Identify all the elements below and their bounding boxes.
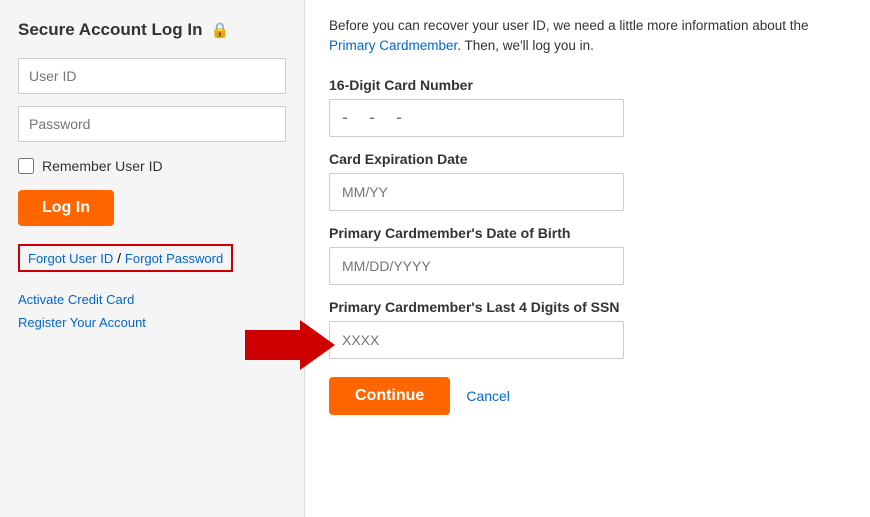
left-panel: Secure Account Log In 🔒 Remember User ID… — [0, 0, 305, 517]
forgot-section: Forgot User ID / Forgot Password — [18, 244, 286, 282]
remember-checkbox[interactable] — [18, 158, 34, 174]
intro-text-before: Before you can recover your user ID, we … — [329, 18, 809, 33]
forgot-userid-link[interactable]: Forgot User ID — [28, 251, 113, 266]
dob-input[interactable] — [329, 247, 624, 285]
card-number-section: 16-Digit Card Number — [329, 77, 846, 137]
main-wrapper: Secure Account Log In 🔒 Remember User ID… — [0, 0, 870, 517]
lock-icon: 🔒 — [211, 21, 230, 39]
password-input[interactable] — [18, 106, 286, 142]
right-panel: Before you can recover your user ID, we … — [305, 0, 870, 517]
ssn-input[interactable] — [329, 321, 624, 359]
arrow-icon — [245, 320, 335, 370]
forgot-password-link[interactable]: Forgot Password — [125, 251, 223, 266]
intro-text-after: . Then, we'll log you in. — [457, 38, 594, 53]
ssn-section: Primary Cardmember's Last 4 Digits of SS… — [329, 299, 846, 359]
section-title: Secure Account Log In 🔒 — [18, 20, 286, 40]
forgot-link-box: Forgot User ID / Forgot Password — [18, 244, 233, 272]
primary-cardmember-link[interactable]: Primary Cardmember — [329, 38, 457, 53]
expiration-section: Card Expiration Date — [329, 151, 846, 211]
expiration-label: Card Expiration Date — [329, 151, 846, 167]
dob-label: Primary Cardmember's Date of Birth — [329, 225, 846, 241]
remember-row: Remember User ID — [18, 158, 286, 174]
card-number-label: 16-Digit Card Number — [329, 77, 846, 93]
cancel-link[interactable]: Cancel — [466, 388, 510, 404]
activate-card-link[interactable]: Activate Credit Card — [18, 292, 286, 307]
ssn-label: Primary Cardmember's Last 4 Digits of SS… — [329, 299, 846, 315]
title-text: Secure Account Log In — [18, 20, 203, 40]
continue-button[interactable]: Continue — [329, 377, 450, 415]
intro-paragraph: Before you can recover your user ID, we … — [329, 16, 846, 57]
dob-section: Primary Cardmember's Date of Birth — [329, 225, 846, 285]
userid-input[interactable] — [18, 58, 286, 94]
login-button[interactable]: Log In — [18, 190, 114, 226]
remember-label: Remember User ID — [42, 158, 163, 174]
card-number-input[interactable] — [329, 99, 624, 137]
expiration-input[interactable] — [329, 173, 624, 211]
action-row: Continue Cancel — [329, 377, 846, 415]
forgot-separator: / — [113, 250, 125, 266]
